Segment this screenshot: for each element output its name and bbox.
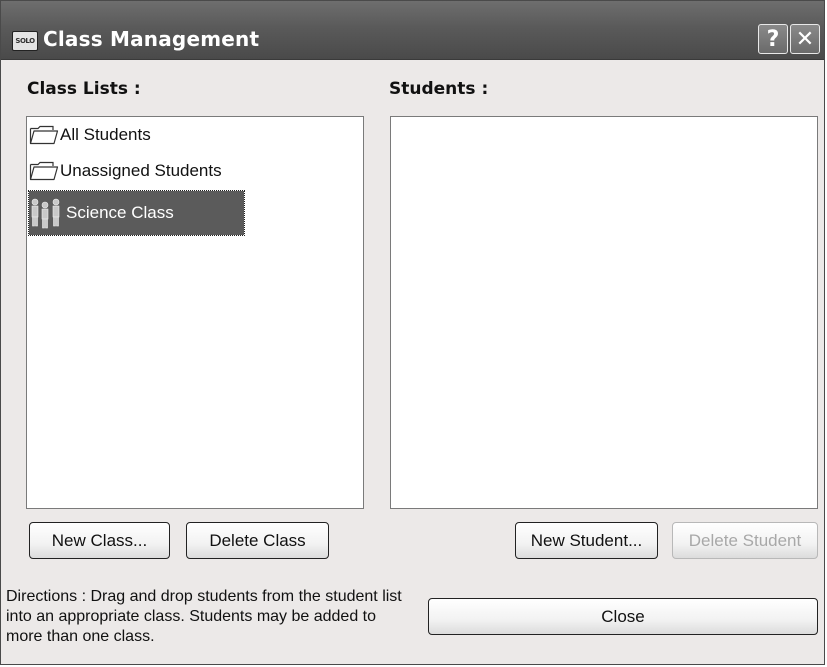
solo-app-icon: SOLO — [12, 31, 38, 51]
student-list[interactable] — [390, 116, 818, 509]
class-item-label: Science Class — [66, 203, 174, 222]
help-button[interactable]: ? — [758, 24, 788, 54]
class-item-unassigned-students[interactable]: Unassigned Students — [29, 157, 228, 185]
class-item-label: All Students — [60, 125, 151, 144]
directions-text: Directions : Drag and drop students from… — [6, 588, 402, 645]
folder-icon — [29, 125, 59, 145]
question-mark-icon: ? — [766, 26, 780, 52]
close-button[interactable]: Close — [428, 598, 818, 635]
class-lists-label: Class Lists : — [27, 79, 141, 99]
new-class-button[interactable]: New Class... — [29, 522, 170, 559]
new-student-button[interactable]: New Student... — [515, 522, 658, 559]
class-list[interactable]: All Students Unassigned Students Science… — [26, 116, 364, 509]
class-management-dialog: SOLO Class Management ? ✕ Class Lists : … — [0, 0, 825, 665]
folder-icon — [29, 161, 59, 181]
close-icon: ✕ — [795, 26, 815, 52]
window-close-button[interactable]: ✕ — [790, 24, 820, 54]
class-item-all-students[interactable]: All Students — [29, 121, 157, 149]
delete-class-button[interactable]: Delete Class — [186, 522, 329, 559]
class-item-label: Unassigned Students — [60, 161, 222, 180]
delete-student-button[interactable]: Delete Student — [672, 522, 818, 559]
window-title: Class Management — [43, 27, 260, 51]
students-label: Students : — [389, 79, 489, 99]
class-item-science-class[interactable]: Science Class — [28, 190, 245, 236]
class-group-icon — [29, 196, 65, 230]
title-bar[interactable]: SOLO Class Management ? ✕ — [1, 1, 824, 60]
